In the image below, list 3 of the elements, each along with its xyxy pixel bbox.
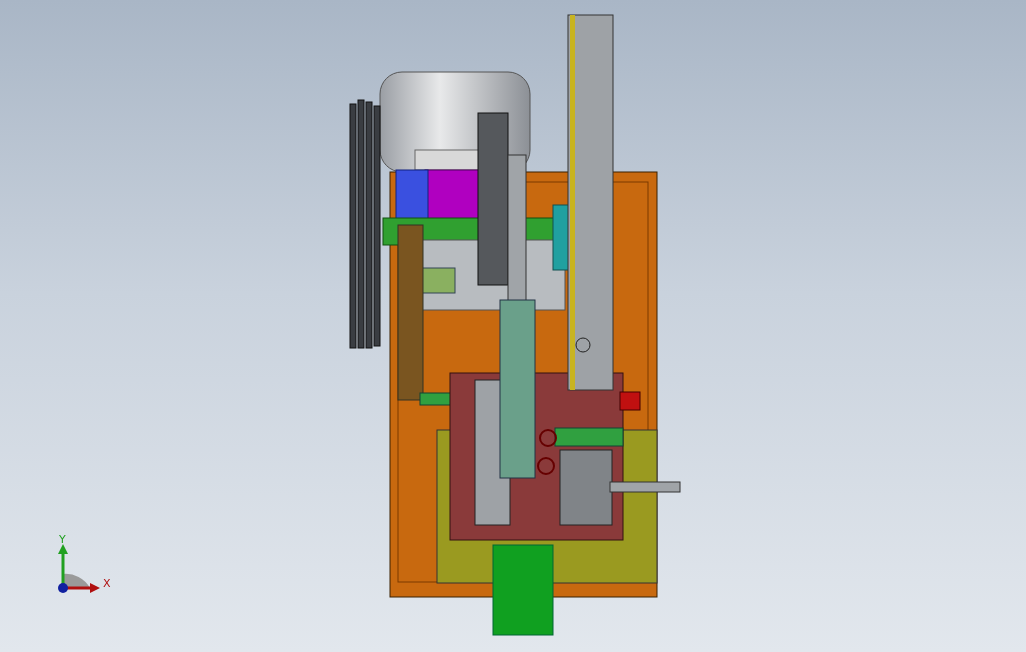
axis-label: Y <box>59 533 66 546</box>
coordinate-triad-icon <box>58 544 100 593</box>
axis-label: X <box>103 577 111 590</box>
